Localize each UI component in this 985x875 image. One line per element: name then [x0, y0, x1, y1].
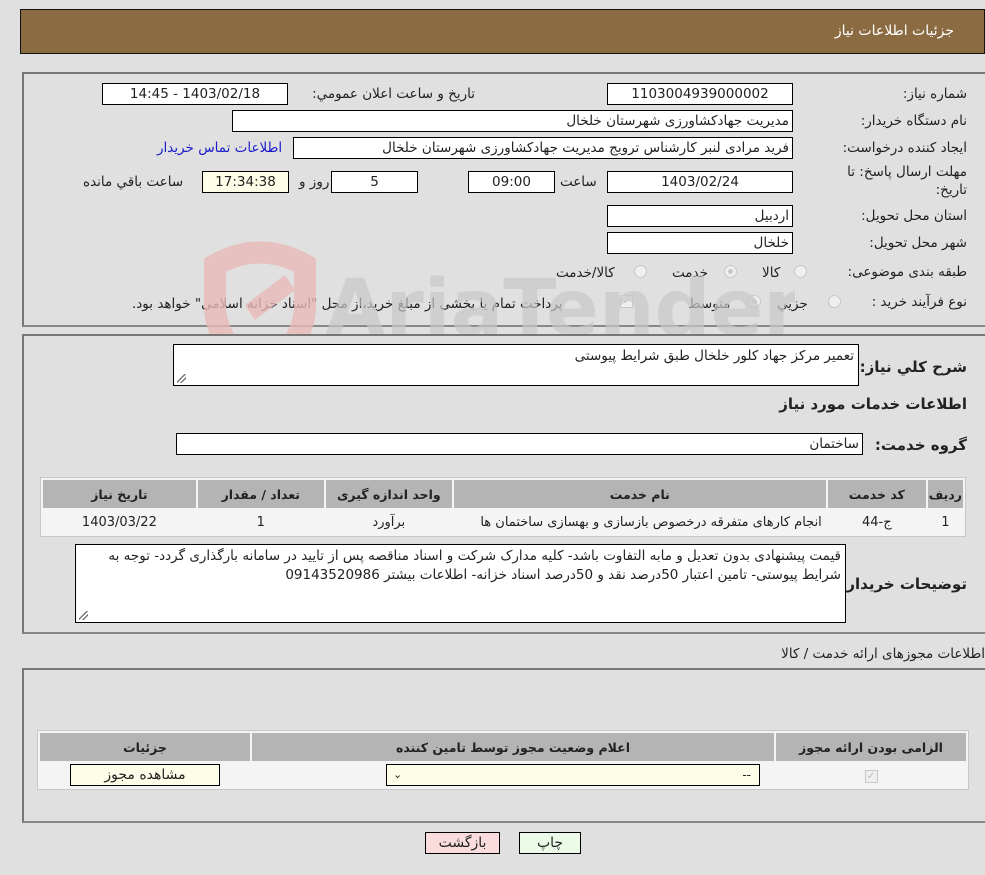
resize-grip-icon[interactable] — [177, 374, 186, 383]
time-label: ساعت — [560, 174, 597, 190]
city-field: خلخال — [607, 232, 793, 254]
col-service-code: کد خدمت — [827, 480, 926, 508]
category-radio-goods[interactable] — [794, 265, 807, 278]
buyer-notes-label: توضیحات خریدار: — [840, 575, 967, 593]
col-service-name: نام خدمت — [453, 480, 826, 508]
treasury-checkbox[interactable]: ✓ — [620, 295, 633, 308]
service-group-label: گروه خدمت: — [874, 436, 967, 454]
table-row: ✓ -- ⌄ مشاهده مجوز — [40, 763, 966, 787]
deadline-label-2: تاریخ: — [935, 182, 967, 198]
col-row-number: ردیف — [927, 480, 963, 508]
buyer-notes-text: قیمت پیشنهادی بدون تعدیل و مابه التفاوت … — [108, 548, 841, 583]
description-text: تعمیر مرکز جهاد کلور خلخال طبق شرایط پیو… — [574, 348, 854, 364]
buyer-org-label: نام دستگاه خریدار: — [860, 113, 967, 129]
permit-status-value: -- — [742, 768, 751, 782]
process-radio-minor[interactable] — [828, 295, 841, 308]
view-permit-button[interactable]: مشاهده مجوز — [70, 764, 220, 786]
deadline-date-field: 1403/02/24 — [607, 171, 793, 193]
buyer-notes-textarea[interactable]: قیمت پیشنهادی بدون تعدیل و مابه التفاوت … — [75, 544, 846, 623]
table-row: 1 ج-44 انجام کارهای متفرقه درخصوص بازساز… — [43, 510, 963, 534]
deadline-label: مهلت ارسال پاسخ: تا — [847, 164, 967, 180]
process-option-medium: متوسط — [688, 296, 731, 312]
category-radio-goods-service[interactable] — [634, 265, 647, 278]
page-header: جزئیات اطلاعات نیاز — [20, 9, 985, 54]
cell-need-date: 1403/03/22 — [43, 510, 196, 534]
days-label: روز و — [299, 174, 330, 190]
cell-quantity: 1 — [197, 510, 324, 534]
services-table-header: ردیف کد خدمت نام خدمت واحد اندازه گیری ت… — [43, 480, 963, 508]
process-label: نوع فرآیند خرید : — [871, 294, 967, 310]
treasury-note: پرداخت تمام یا بخشی از مبلغ خرید،از محل … — [132, 296, 563, 312]
creator-field: فرید مرادی لنبر کارشناس ترویج مدیریت جها… — [293, 137, 793, 159]
col-permit-details: جزئیات — [40, 733, 250, 761]
creator-label: ایجاد کننده درخواست: — [842, 140, 967, 156]
remaining-time-field: 17:34:38 — [202, 171, 289, 193]
permits-section-title: اطلاعات مجوزهای ارائه خدمت / کالا — [781, 646, 985, 662]
cell-service-name: انجام کارهای متفرقه درخصوص بازسازی و بهس… — [453, 510, 826, 534]
service-group-field: ساختمان — [176, 433, 863, 455]
process-radio-medium[interactable] — [748, 295, 761, 308]
deadline-time-field: 09:00 — [468, 171, 555, 193]
cell-permit-status: -- ⌄ — [252, 763, 774, 787]
permit-required-checkbox[interactable]: ✓ — [864, 769, 878, 783]
process-option-minor: جزيي — [777, 296, 808, 312]
need-number-field: 1103004939000002 — [607, 83, 793, 105]
announce-label: تاریخ و ساعت اعلان عمومي: — [312, 86, 475, 102]
col-need-date: تاریخ نیاز — [43, 480, 196, 508]
permit-status-select[interactable]: -- ⌄ — [386, 764, 760, 786]
cell-unit: برآورد — [325, 510, 452, 534]
col-unit: واحد اندازه گیری — [325, 480, 452, 508]
city-label: شهر محل تحویل: — [869, 235, 967, 251]
cell-row-number: 1 — [927, 510, 963, 534]
page-title: جزئیات اطلاعات نیاز — [834, 23, 954, 39]
chevron-down-icon: ⌄ — [393, 768, 403, 781]
province-field: اردبیل — [607, 205, 793, 227]
resize-grip-icon[interactable] — [79, 611, 88, 620]
permits-table: الزامی بودن ارائه مجوز اعلام وضعیت مجوز … — [37, 730, 969, 790]
category-label: طبقه بندی موضوعی: — [847, 264, 967, 280]
cell-service-code: ج-44 — [827, 510, 926, 534]
buyer-contact-link[interactable]: اطلاعات تماس خریدار — [157, 140, 282, 156]
category-option-service: خدمت — [672, 265, 708, 281]
back-button[interactable]: بازگشت — [425, 832, 500, 854]
services-table: ردیف کد خدمت نام خدمت واحد اندازه گیری ت… — [40, 477, 966, 537]
col-permit-status: اعلام وضعیت مجوز توسط تامین کننده — [252, 733, 774, 761]
buyer-org-field: مدیریت جهادکشاورزی شهرستان خلخال — [232, 110, 793, 132]
cell-permit-required: ✓ — [776, 763, 966, 787]
col-quantity: تعداد / مقدار — [197, 480, 324, 508]
permits-table-header: الزامی بودن ارائه مجوز اعلام وضعیت مجوز … — [40, 733, 966, 761]
category-radio-service[interactable] — [724, 265, 737, 278]
need-number-label: شماره نیاز: — [902, 86, 967, 102]
days-remaining-field: 5 — [331, 171, 418, 193]
province-label: استان محل تحویل: — [861, 208, 967, 224]
services-section-title: اطلاعات خدمات مورد نیاز — [779, 395, 967, 413]
announce-datetime-field: 1403/02/18 - 14:45 — [102, 83, 288, 105]
print-button[interactable]: چاپ — [519, 832, 581, 854]
cell-permit-details: مشاهده مجوز — [40, 763, 250, 787]
description-textarea[interactable]: تعمیر مرکز جهاد کلور خلخال طبق شرایط پیو… — [173, 344, 859, 386]
category-option-goods: کالا — [762, 265, 781, 281]
col-permit-required: الزامی بودن ارائه مجوز — [776, 733, 966, 761]
remaining-label: ساعت باقي مانده — [83, 174, 184, 190]
category-option-goods-service: کالا/خدمت — [556, 265, 615, 281]
description-label: شرح کلي نیاز: — [859, 358, 967, 376]
